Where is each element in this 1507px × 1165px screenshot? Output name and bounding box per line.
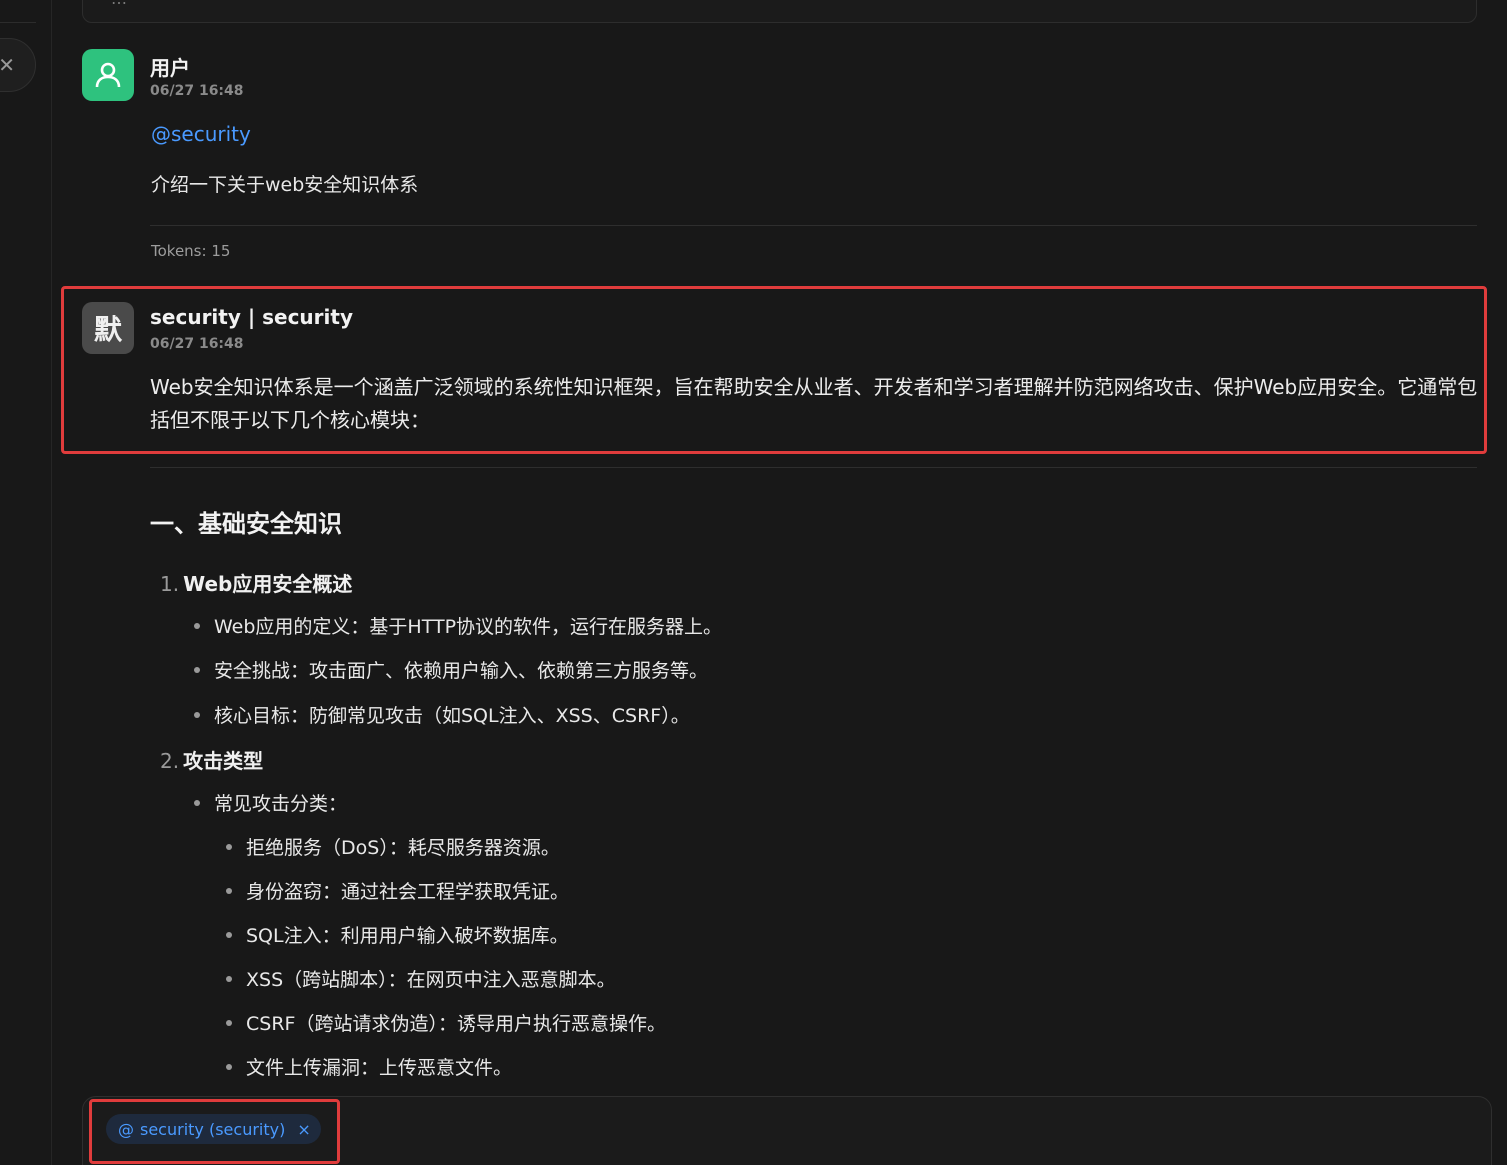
list-item-text: CSRF（跨站请求伪造）：诱导用户执行恶意操作。 bbox=[246, 1013, 666, 1035]
ordered-item-number: 2. bbox=[160, 749, 180, 773]
bot-avatar: 默 bbox=[82, 302, 134, 354]
previous-message-card: … bbox=[82, 0, 1477, 23]
ordered-item-title: 攻击类型 bbox=[183, 749, 264, 773]
ordered-item-2: 2. 攻击类型 bbox=[160, 745, 263, 774]
ordered-item-title: Web应用安全概述 bbox=[183, 572, 353, 596]
list-item: 安全挑战：攻击面广、依赖用户输入、依赖第三方服务等。 bbox=[194, 656, 708, 683]
sub-list-item: 拒绝服务（DoS）：耗尽服务器资源。 bbox=[226, 833, 560, 860]
list-item-text: 拒绝服务（DoS）：耗尽服务器资源。 bbox=[246, 837, 560, 859]
bot-intro-text: Web安全知识体系是一个涵盖广泛领域的系统性知识框架，旨在帮助安全从业者、开发者… bbox=[150, 375, 1478, 432]
bullet-icon bbox=[194, 666, 200, 673]
content-divider bbox=[150, 467, 1477, 468]
close-icon: ✕ bbox=[0, 53, 15, 77]
list-item: Web应用的定义：基于HTTP协议的软件，运行在服务器上。 bbox=[194, 612, 722, 639]
bullet-icon bbox=[226, 887, 232, 894]
rail-divider bbox=[0, 22, 36, 23]
bot-avatar-char: 默 bbox=[93, 313, 122, 346]
list-item-text: SQL注入：利用用户输入破坏数据库。 bbox=[246, 925, 569, 947]
list-item-text: 安全挑战：攻击面广、依赖用户输入、依赖第三方服务等。 bbox=[214, 660, 709, 682]
user-message-text: 介绍一下关于web安全知识体系 bbox=[151, 174, 419, 196]
list-item-text: 核心目标：防御常见攻击（如SQL注入、XSS、CSRF）。 bbox=[214, 705, 690, 727]
list-item-text: 文件上传漏洞：上传恶意文件。 bbox=[246, 1057, 513, 1079]
section-heading: 一、基础安全知识 bbox=[150, 510, 342, 538]
list-item-text: 身份盗窃：通过社会工程学获取凭证。 bbox=[246, 881, 570, 903]
list-item-text: XSS（跨站脚本）：在网页中注入恶意脚本。 bbox=[246, 969, 616, 991]
user-icon bbox=[95, 62, 121, 88]
token-count: Tokens: 15 bbox=[151, 242, 231, 260]
user-avatar bbox=[82, 49, 134, 101]
bullet-icon bbox=[194, 711, 200, 718]
bullet-icon bbox=[194, 622, 200, 629]
left-rail bbox=[0, 0, 52, 1165]
message-divider bbox=[150, 225, 1477, 226]
sub-list-item: SQL注入：利用用户输入破坏数据库。 bbox=[226, 921, 569, 948]
bot-timestamp: 06/27 16:48 bbox=[150, 336, 244, 352]
bullet-icon bbox=[226, 975, 232, 982]
user-timestamp: 06/27 16:48 bbox=[150, 83, 244, 99]
sub-list-item: 文件上传漏洞：上传恶意文件。 bbox=[226, 1053, 512, 1080]
ordered-item-1: 1. Web应用安全概述 bbox=[160, 568, 352, 597]
bot-name: security | security bbox=[150, 305, 353, 329]
bullet-icon bbox=[226, 1019, 232, 1026]
list-item: 常见攻击分类： bbox=[194, 789, 347, 816]
mention-chip[interactable]: @ security (security) × bbox=[106, 1114, 321, 1144]
sub-list-item: 身份盗窃：通过社会工程学获取凭证。 bbox=[226, 877, 569, 904]
bullet-icon bbox=[226, 931, 232, 938]
at-icon: @ bbox=[118, 1119, 134, 1139]
sub-list-item: XSS（跨站脚本）：在网页中注入恶意脚本。 bbox=[226, 965, 616, 992]
mention-chip-label: security (security) bbox=[140, 1119, 286, 1139]
bullet-icon bbox=[226, 1063, 232, 1070]
bullet-icon bbox=[194, 799, 200, 806]
previous-message-text: … bbox=[111, 0, 127, 8]
mention-link[interactable]: @security bbox=[151, 122, 251, 146]
list-item: 核心目标：防御常见攻击（如SQL注入、XSS、CSRF）。 bbox=[194, 701, 690, 728]
list-item-text: 常见攻击分类： bbox=[214, 793, 348, 815]
remove-mention-button[interactable]: × bbox=[297, 1120, 310, 1139]
bullet-icon bbox=[226, 843, 232, 850]
user-name: 用户 bbox=[150, 56, 190, 80]
sub-list-item: CSRF（跨站请求伪造）：诱导用户执行恶意操作。 bbox=[226, 1009, 666, 1036]
list-item-text: Web应用的定义：基于HTTP协议的软件，运行在服务器上。 bbox=[214, 616, 723, 638]
ordered-item-number: 1. bbox=[160, 572, 180, 596]
